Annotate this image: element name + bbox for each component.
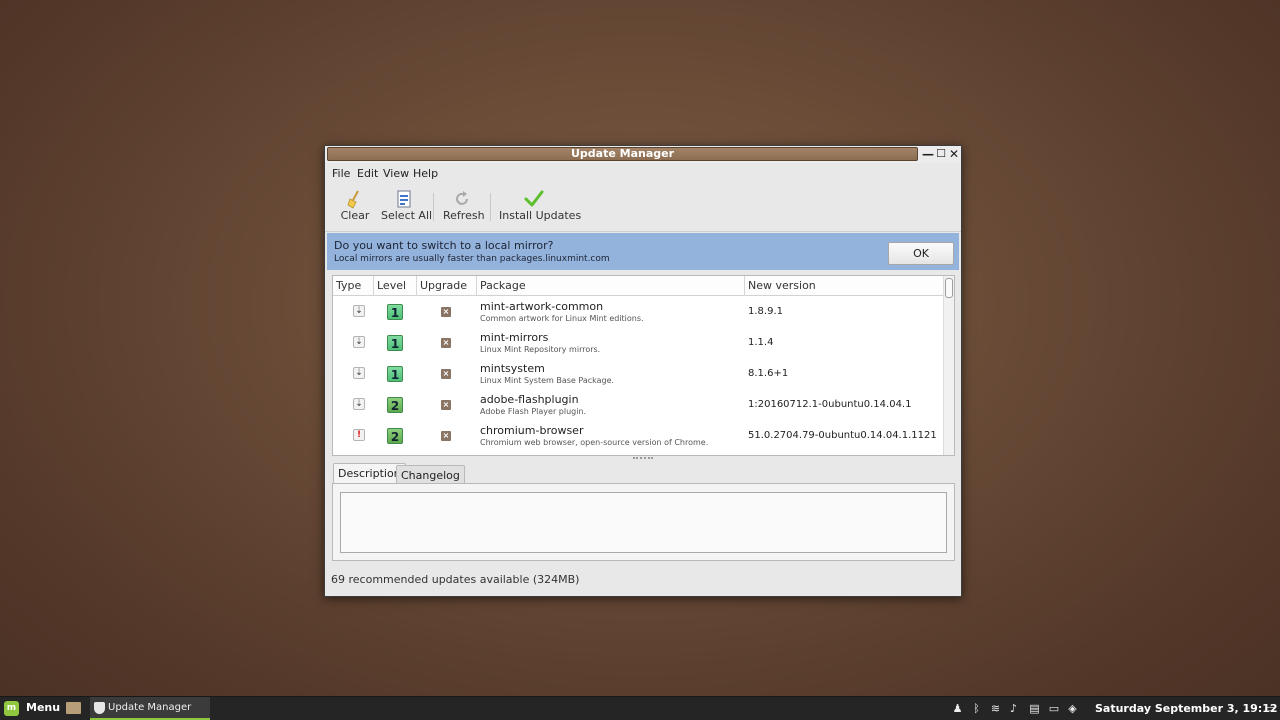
select-all-icon [397,190,411,208]
wifi-icon[interactable]: ≋ [989,701,1002,716]
checkmark-icon [524,190,544,207]
level-badge: 1 [387,366,403,382]
pane-resize-handle[interactable] [633,457,653,459]
upgrade-checkbox[interactable]: × [441,369,451,379]
package-description: Linux Mint System Base Package. [480,376,615,385]
table-scrollbar[interactable] [943,276,954,455]
taskbar-item-update-manager[interactable]: Update Manager [90,697,210,720]
package-name: mintsystem [480,362,545,375]
ok-button[interactable]: OK [888,242,954,265]
column-upgrade[interactable]: Upgrade [417,276,477,296]
window-title: Update Manager [327,147,918,161]
package-name: adobe-flashplugin [480,393,579,406]
level-badge: 1 [387,335,403,351]
maximize-button[interactable]: ☐ [934,146,948,162]
toolbar-separator [490,193,491,221]
package-name: mint-artwork-common [480,300,604,313]
package-name: mint-mirrors [480,331,549,344]
refresh-button[interactable]: Refresh [443,187,485,229]
bluetooth-icon[interactable]: ᛒ [970,701,983,716]
user-icon[interactable]: ♟ [951,701,964,716]
menu-view[interactable]: View [383,167,409,180]
show-desktop-icon[interactable]: ▭ [1263,701,1276,716]
column-level[interactable]: Level [374,276,417,296]
package-version: 1.1.4 [748,337,774,348]
upgrade-checkbox[interactable]: × [441,400,451,410]
menu-help[interactable]: Help [413,167,438,180]
toolbar-separator [433,193,434,221]
close-button[interactable]: ✕ [947,146,961,162]
install-updates-button[interactable]: Install Updates [499,187,582,229]
refresh-label: Refresh [443,209,485,222]
upgrade-checkbox[interactable]: × [441,431,451,441]
menu-button-label[interactable]: Menu [26,701,60,714]
update-shield-icon[interactable]: ◈ [1066,701,1079,716]
infobar-title: Do you want to switch to a local mirror? [334,239,554,252]
select-all-button[interactable]: Select All [381,187,433,229]
level-badge: 2 [387,428,403,444]
table-row[interactable]: ⇣ 1 × mint-mirrors Linux Mint Repository… [333,327,943,358]
select-all-label: Select All [381,209,433,222]
upgrade-checkbox[interactable]: × [441,307,451,317]
refresh-icon [456,191,468,205]
package-name: chromium-browser [480,424,584,437]
package-version: 1.8.9.1 [748,306,783,317]
install-updates-label: Install Updates [499,209,582,222]
taskbar: m Menu Update Manager ♟ ᛒ ≋ ♪ ▤ ▭ ◈ Satu… [0,696,1280,720]
package-update-icon: ⇣ [353,336,365,348]
clear-label: Clear [340,209,370,222]
package-version: 8.1.6+1 [748,368,789,379]
table-row[interactable]: ! 2 × chromium-browser Chromium web brow… [333,420,943,451]
upgrade-checkbox[interactable]: × [441,338,451,348]
status-text: 69 recommended updates available (324MB) [331,573,580,586]
details-panel [332,483,955,561]
folder-icon[interactable] [66,702,81,714]
level-badge: 2 [387,397,403,413]
volume-icon[interactable]: ♪ [1007,701,1020,716]
clock[interactable]: Saturday September 3, 19:12 [1095,702,1278,715]
level-badge: 1 [387,304,403,320]
package-description: Chromium web browser, open-source versio… [480,438,709,447]
package-update-icon: ⇣ [353,367,365,379]
menu-bar: File Edit View Help [325,164,961,184]
battery-icon[interactable]: ▭ [1046,701,1062,716]
security-update-icon: ! [353,429,365,441]
tab-description[interactable]: Description [333,463,406,484]
infobar-subtitle: Local mirrors are usually faster than pa… [334,254,610,264]
scrollbar-thumb[interactable] [945,278,953,298]
table-row[interactable]: ⇣ 1 × mint-artwork-common Common artwork… [333,296,943,327]
local-mirror-infobar: Do you want to switch to a local mirror?… [327,233,959,270]
broom-icon [347,190,359,209]
clipboard-icon[interactable]: ▤ [1028,701,1041,716]
table-header: Type Level Upgrade Package New version [333,276,943,296]
toolbar: Clear Select All Refresh Install Updates [325,185,961,232]
column-new-version[interactable]: New version [745,276,943,296]
shield-icon [94,702,105,714]
update-manager-window: Update Manager — ☐ ✕ File Edit View Help… [324,145,962,597]
menu-file[interactable]: File [332,167,350,180]
tab-changelog[interactable]: Changelog [396,465,465,485]
column-type[interactable]: Type [333,276,374,296]
package-description: Linux Mint Repository mirrors. [480,345,601,354]
clear-button[interactable]: Clear [339,187,371,229]
package-description: Adobe Flash Player plugin. [480,407,587,416]
package-version: 1:20160712.1-0ubuntu0.14.04.1 [748,399,912,410]
taskbar-item-label: Update Manager [108,702,192,713]
description-textbox[interactable] [340,492,947,553]
minimize-button[interactable]: — [921,146,935,162]
package-update-icon: ⇣ [353,305,365,317]
mint-menu-icon[interactable]: m [4,701,19,716]
menu-edit[interactable]: Edit [357,167,378,180]
updates-table: Type Level Upgrade Package New version ⇣… [332,275,955,456]
table-row[interactable]: ⇣ 1 × mintsystem Linux Mint System Base … [333,358,943,389]
package-version: 51.0.2704.79-0ubuntu0.14.04.1.1121 [748,430,937,441]
title-bar[interactable]: Update Manager — ☐ ✕ [325,146,961,163]
package-update-icon: ⇣ [353,398,365,410]
table-row[interactable]: ⇣ 2 × adobe-flashplugin Adobe Flash Play… [333,389,943,420]
package-description: Common artwork for Linux Mint editions. [480,314,644,323]
column-package[interactable]: Package [477,276,745,296]
